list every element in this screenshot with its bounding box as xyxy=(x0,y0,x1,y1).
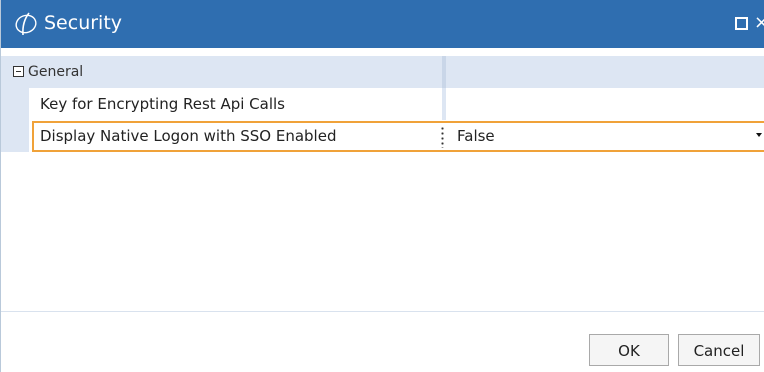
row-gutter xyxy=(1,88,29,120)
title-bar[interactable]: Security × xyxy=(1,0,764,48)
column-divider[interactable] xyxy=(442,88,446,120)
column-resize-handle[interactable] xyxy=(441,126,444,148)
close-icon[interactable]: × xyxy=(754,10,764,36)
chevron-down-icon[interactable] xyxy=(756,133,762,137)
collapse-icon[interactable] xyxy=(13,66,24,77)
property-row-encrypt-key[interactable]: Key for Encrypting Rest Api Calls xyxy=(1,88,764,120)
security-dialog: Security × General Key for Encrypting Re… xyxy=(0,0,764,372)
ok-button[interactable]: OK xyxy=(589,334,669,366)
app-logo-icon xyxy=(15,12,37,36)
row-gutter xyxy=(1,120,29,152)
cancel-button[interactable]: Cancel xyxy=(678,334,760,366)
dialog-title: Security xyxy=(44,12,123,34)
column-divider xyxy=(442,56,446,88)
selected-row-highlight xyxy=(32,121,764,152)
property-name: Key for Encrypting Rest Api Calls xyxy=(40,95,285,113)
footer-divider xyxy=(1,311,764,312)
category-row-general[interactable]: General xyxy=(1,56,764,88)
category-label: General xyxy=(28,64,84,80)
maximize-icon[interactable] xyxy=(735,17,748,30)
